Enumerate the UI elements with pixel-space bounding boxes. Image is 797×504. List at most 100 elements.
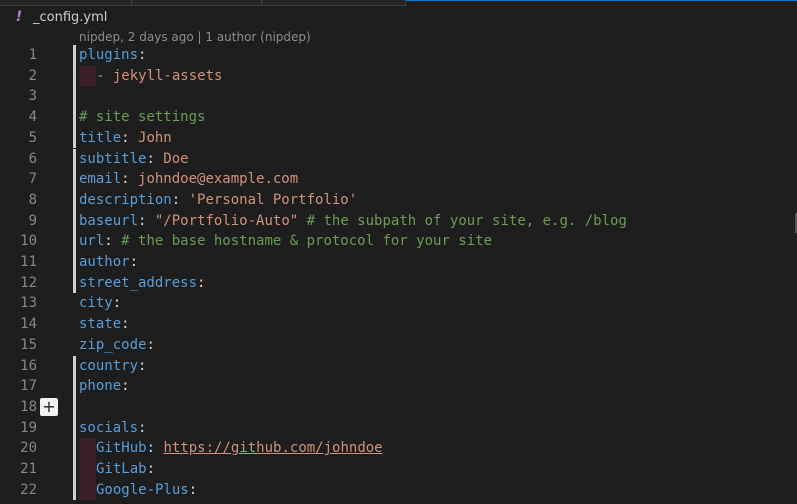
code-text[interactable]: plugins:	[79, 45, 146, 66]
code-line[interactable]: 6 subtitle: Doe	[0, 148, 797, 170]
code-line[interactable]: 9 baseurl: "/Portfolio-Auto" # the subpat…	[0, 210, 797, 232]
git-change-marker[interactable]	[73, 355, 76, 377]
code-line[interactable]: 10 url: # the base hostname & protocol fo…	[0, 231, 797, 252]
yaml-separator: :	[146, 461, 156, 477]
line-number[interactable]: 6	[0, 149, 37, 170]
line-number[interactable]: 19	[0, 418, 37, 439]
code-line[interactable]: 4 # site settings	[0, 107, 797, 128]
code-line[interactable]: 12 street_address:	[0, 272, 797, 294]
git-change-marker[interactable]	[73, 148, 76, 170]
code-text[interactable]: Google-Plus:	[79, 479, 197, 501]
git-change-marker[interactable]	[73, 107, 76, 128]
line-number[interactable]: 18	[0, 397, 37, 418]
git-change-marker[interactable]	[73, 169, 76, 190]
yaml-key: subtitle	[79, 150, 147, 167]
line-number[interactable]: 2	[0, 66, 37, 87]
yaml-separator: :	[171, 191, 181, 208]
line-number[interactable]: 15	[0, 335, 37, 356]
code-text[interactable]: phone:	[79, 376, 130, 397]
line-number[interactable]: 1	[0, 45, 37, 66]
yaml-value: John	[129, 129, 172, 146]
git-change-marker[interactable]	[73, 438, 76, 459]
code-line[interactable]: 20 GitHub: https://github.com/johndoe	[0, 438, 797, 459]
code-text[interactable]: state:	[79, 314, 130, 335]
tab-strip-segment[interactable]	[261, 0, 406, 5]
line-number[interactable]: 9	[0, 211, 37, 232]
git-change-marker[interactable]	[73, 86, 76, 108]
line-number[interactable]: 20	[0, 438, 37, 459]
code-line[interactable]: 8 description: 'Personal Portfolio'	[0, 189, 797, 211]
code-editor[interactable]: 1 plugins: 2 - jekyll-assets 3 4 # site settin…	[0, 45, 797, 504]
git-change-marker[interactable]	[73, 459, 76, 480]
tab-strip-segment[interactable]	[0, 0, 132, 5]
line-number[interactable]: 16	[0, 356, 37, 377]
code-text[interactable]: country:	[79, 356, 146, 377]
git-change-marker[interactable]	[73, 45, 76, 66]
code-text[interactable]: - jekyll-assets	[79, 65, 222, 87]
line-number[interactable]: 3	[0, 86, 37, 107]
code-text[interactable]: street_address:	[79, 273, 205, 294]
line-number[interactable]: 12	[0, 273, 37, 294]
code-line[interactable]: 5 title: John	[0, 127, 797, 149]
code-line[interactable]: 21 GitLab:	[0, 459, 797, 480]
code-line[interactable]: 7 email: johndoe@example.com	[0, 169, 797, 190]
code-line[interactable]: 16 country:	[0, 355, 797, 377]
code-line[interactable]: 18 +	[0, 396, 797, 418]
code-text[interactable]: title: John	[79, 128, 172, 149]
git-change-marker[interactable]	[73, 127, 76, 149]
code-text[interactable]: email: johndoe@example.com	[79, 169, 298, 190]
code-line[interactable]: 17 phone:	[0, 376, 797, 397]
breadcrumb-filename[interactable]: _config.yml	[33, 10, 107, 25]
git-change-marker[interactable]	[73, 479, 76, 501]
code-text[interactable]: # site settings	[79, 107, 205, 128]
code-line[interactable]: 19 socials:	[0, 417, 797, 439]
yaml-comment: # site settings	[79, 109, 206, 126]
git-change-marker[interactable]	[73, 65, 76, 87]
code-text[interactable]: url: # the base hostname & protocol for …	[79, 231, 492, 252]
code-text[interactable]: baseurl: "/Portfolio-Auto" # the subpath…	[79, 211, 627, 232]
code-text[interactable]: city:	[79, 293, 121, 314]
code-line[interactable]: 15 zip_code:	[0, 335, 797, 356]
git-change-marker[interactable]	[73, 376, 76, 397]
line-number[interactable]: 4	[0, 107, 37, 128]
line-number[interactable]: 10	[0, 231, 37, 252]
yaml-key: GitLab	[96, 461, 147, 477]
git-change-marker[interactable]	[73, 210, 76, 232]
line-number[interactable]: 8	[0, 190, 37, 211]
code-line[interactable]: 22 Google-Plus:	[0, 479, 797, 501]
yaml-value: "/Portfolio-Auto"	[146, 212, 299, 229]
git-change-marker[interactable]	[73, 396, 76, 418]
add-comment-button[interactable]: +	[40, 397, 58, 416]
git-change-marker[interactable]	[73, 272, 76, 294]
code-text[interactable]: description: 'Personal Portfolio'	[79, 190, 357, 211]
git-blame-annotation[interactable]: nipdep, 2 days ago | 1 author (nipdep)	[79, 30, 311, 44]
code-line[interactable]: 13 city:	[0, 293, 797, 314]
line-number[interactable]: 5	[0, 128, 37, 149]
git-change-marker[interactable]	[73, 252, 76, 273]
code-line[interactable]: 14 state:	[0, 314, 797, 335]
line-number[interactable]: 13	[0, 293, 37, 314]
code-text[interactable]: GitHub: https://github.com/johndoe	[79, 438, 383, 459]
code-text[interactable]: author:	[79, 252, 138, 273]
code-line[interactable]: 1 plugins:	[0, 45, 797, 66]
git-change-marker[interactable]	[73, 417, 76, 439]
git-change-marker[interactable]	[73, 189, 76, 211]
line-number[interactable]: 17	[0, 376, 37, 397]
code-line[interactable]: 11 author:	[0, 252, 797, 273]
code-text[interactable]: GitLab:	[79, 459, 155, 480]
code-line[interactable]: 2 - jekyll-assets	[0, 65, 797, 87]
code-text[interactable]: subtitle: Doe	[79, 149, 189, 170]
git-change-marker[interactable]	[73, 231, 76, 252]
line-number[interactable]: 21	[0, 459, 37, 480]
tab-strip-segment[interactable]	[131, 0, 262, 5]
code-text[interactable]: zip_code:	[79, 335, 155, 356]
line-number[interactable]: 14	[0, 314, 37, 335]
line-number[interactable]: 11	[0, 252, 37, 273]
yaml-link[interactable]: https://github.com/johndoe	[163, 440, 382, 456]
yaml-separator: :	[138, 419, 147, 436]
code-text[interactable]: socials:	[79, 418, 146, 439]
code-line[interactable]: 3	[0, 86, 797, 108]
line-number[interactable]: 22	[0, 480, 37, 501]
line-number[interactable]: 7	[0, 169, 37, 190]
yaml-exclamation-icon: !	[15, 9, 23, 25]
